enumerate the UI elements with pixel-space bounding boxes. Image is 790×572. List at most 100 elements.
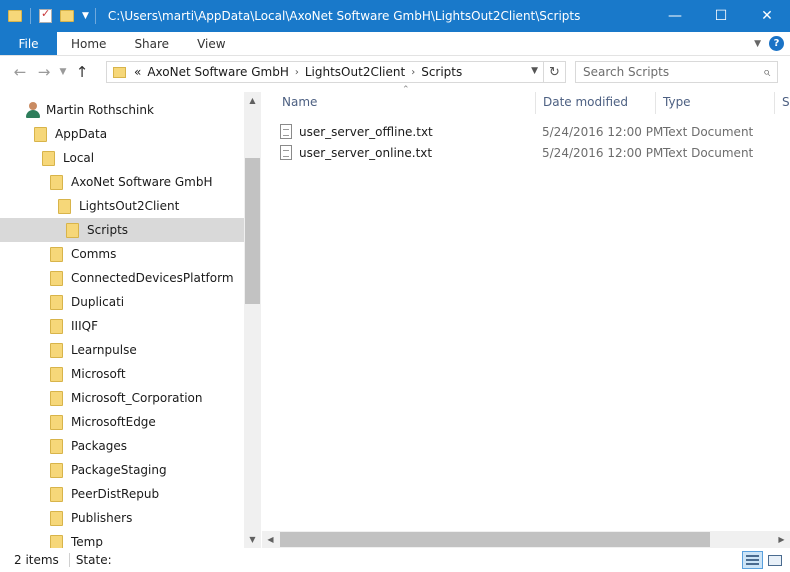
tab-home[interactable]: Home — [57, 32, 120, 55]
folder-icon — [50, 390, 63, 406]
file-type: Text Document — [663, 145, 754, 160]
content-horizontal-scrollbar[interactable]: ◀ ▶ — [262, 531, 790, 548]
file-name: user_server_offline.txt — [299, 124, 433, 139]
help-icon[interactable]: ? — [769, 36, 784, 51]
minimize-button[interactable]: — — [652, 0, 698, 32]
tree-item-label: Packages — [71, 439, 127, 453]
tree-item-peerdistrepub[interactable]: PeerDistRepub — [0, 482, 244, 506]
large-icons-view-icon — [767, 554, 782, 566]
text-file-icon — [280, 145, 292, 160]
tree-item-axonet-software-gmbh[interactable]: AxoNet Software GmbH — [0, 170, 244, 194]
expand-ribbon-chevron-icon[interactable]: ▼ — [754, 39, 761, 49]
folder-icon — [42, 150, 55, 166]
recent-locations-chevron-icon[interactable]: ▼ — [56, 67, 70, 77]
tree-item-microsoft[interactable]: Microsoft — [0, 362, 244, 386]
tree-item-iiiqf[interactable]: IIIQF — [0, 314, 244, 338]
properties-icon[interactable] — [39, 7, 52, 23]
file-list: ⌃ Name Date modified Type S user_server_… — [262, 85, 790, 548]
tab-file[interactable]: File — [0, 32, 57, 55]
tree-item-duplicati[interactable]: Duplicati — [0, 290, 244, 314]
search-icon[interactable]: ⌕ — [763, 65, 770, 80]
folder-icon — [34, 126, 47, 142]
title-bar: ▼ C:\Users\marti\AppData\Local\AxoNet So… — [0, 0, 790, 32]
breadcrumb-lightsout2client[interactable]: LightsOut2Client — [305, 65, 405, 79]
tree-item-connecteddevicesplatform[interactable]: ConnectedDevicesPlatform — [0, 266, 244, 290]
divider — [30, 8, 31, 24]
column-header-type[interactable]: Type — [663, 88, 691, 116]
tab-share[interactable]: Share — [120, 32, 183, 55]
search-input[interactable] — [576, 62, 746, 82]
tree-item-label: Microsoft_Corporation — [71, 391, 203, 405]
tree-item-microsoftedge[interactable]: MicrosoftEdge — [0, 410, 244, 434]
address-history-chevron-icon[interactable]: ▼ — [531, 66, 538, 76]
up-arrow-icon[interactable]: ↑ — [70, 63, 94, 81]
tree-item-label: MicrosoftEdge — [71, 415, 156, 429]
folder-icon — [50, 486, 63, 502]
tree-item-lightsout2client[interactable]: LightsOut2Client — [0, 194, 244, 218]
folder-icon — [50, 366, 63, 382]
customize-toolbar-chevron-down-icon[interactable]: ▼ — [82, 11, 89, 21]
status-bar: 2 items State: — [0, 548, 790, 572]
scroll-right-arrow-icon[interactable]: ▶ — [773, 531, 790, 548]
details-view-icon — [746, 555, 759, 565]
column-header-date-modified[interactable]: Date modified — [543, 88, 628, 116]
tree-item-scripts[interactable]: Scripts — [0, 218, 244, 242]
item-count: 2 items — [14, 553, 59, 567]
tree-item-label: IIIQF — [71, 319, 98, 333]
window-title: C:\Users\marti\AppData\Local\AxoNet Soft… — [107, 9, 581, 23]
tree-item-temp[interactable]: Temp — [0, 530, 244, 548]
text-file-icon — [280, 124, 292, 139]
nav-vertical-scrollbar[interactable]: ▲ ▼ — [244, 92, 261, 548]
tree-item-label: Martin Rothschink — [46, 103, 154, 117]
search-box[interactable]: ⌕ — [575, 61, 778, 83]
tree-item-label: PackageStaging — [71, 463, 167, 477]
column-divider[interactable] — [655, 92, 656, 114]
breadcrumb-separator-icon[interactable]: › — [411, 67, 415, 78]
divider — [94, 8, 96, 24]
column-header-name[interactable]: Name — [282, 88, 317, 116]
refresh-icon[interactable]: ↻ — [543, 62, 565, 82]
forward-arrow-icon[interactable]: → — [32, 63, 56, 81]
tree-item-user[interactable]: Martin Rothschink — [0, 98, 244, 122]
folder-icon — [50, 414, 63, 430]
tree-item-comms[interactable]: Comms — [0, 242, 244, 266]
scroll-thumb[interactable] — [245, 158, 260, 304]
tree-item-microsoft-corporation[interactable]: Microsoft_Corporation — [0, 386, 244, 410]
maximize-button[interactable]: ☐ — [698, 0, 744, 32]
folder-icon — [8, 10, 22, 22]
scroll-down-arrow-icon[interactable]: ▼ — [244, 531, 261, 548]
tree-item-packages[interactable]: Packages — [0, 434, 244, 458]
column-divider[interactable] — [774, 92, 775, 114]
column-header-size[interactable]: S — [782, 88, 790, 116]
new-folder-icon[interactable] — [60, 10, 74, 22]
tree-item-packagestaging[interactable]: PackageStaging — [0, 458, 244, 482]
address-bar[interactable]: « AxoNet Software GmbH › LightsOut2Clien… — [106, 61, 566, 83]
folder-icon — [50, 342, 63, 358]
scroll-thumb[interactable] — [280, 532, 710, 547]
tree-item-appdata[interactable]: AppData — [0, 122, 244, 146]
close-button[interactable]: ✕ — [744, 0, 790, 32]
scroll-up-arrow-icon[interactable]: ▲ — [244, 92, 261, 109]
folder-icon — [58, 198, 71, 214]
tree-item-local[interactable]: Local — [0, 146, 244, 170]
tree-item-learnpulse[interactable]: Learnpulse — [0, 338, 244, 362]
folder-icon — [50, 174, 63, 190]
file-row[interactable]: user_server_online.txt 5/24/2016 12:00 P… — [280, 142, 780, 163]
file-name: user_server_online.txt — [299, 145, 433, 160]
tree-item-label: Scripts — [87, 223, 129, 237]
user-icon — [26, 102, 40, 118]
breadcrumb-separator-icon[interactable]: › — [295, 67, 299, 78]
breadcrumb-scripts[interactable]: Scripts — [421, 65, 462, 79]
tree-item-publishers[interactable]: Publishers — [0, 506, 244, 530]
quick-access-toolbar: ▼ — [0, 0, 104, 32]
large-icons-view-button[interactable] — [764, 551, 785, 569]
back-arrow-icon[interactable]: ← — [8, 63, 32, 81]
breadcrumb-axonet[interactable]: AxoNet Software GmbH — [147, 65, 289, 79]
breadcrumb-overflow[interactable]: « — [134, 65, 141, 79]
tab-view[interactable]: View — [183, 32, 239, 55]
details-view-button[interactable] — [742, 551, 763, 569]
column-divider[interactable] — [535, 92, 536, 114]
file-row[interactable]: user_server_offline.txt 5/24/2016 12:00 … — [280, 121, 780, 142]
tree-item-label: ConnectedDevicesPlatform — [71, 271, 234, 285]
scroll-left-arrow-icon[interactable]: ◀ — [262, 531, 279, 548]
